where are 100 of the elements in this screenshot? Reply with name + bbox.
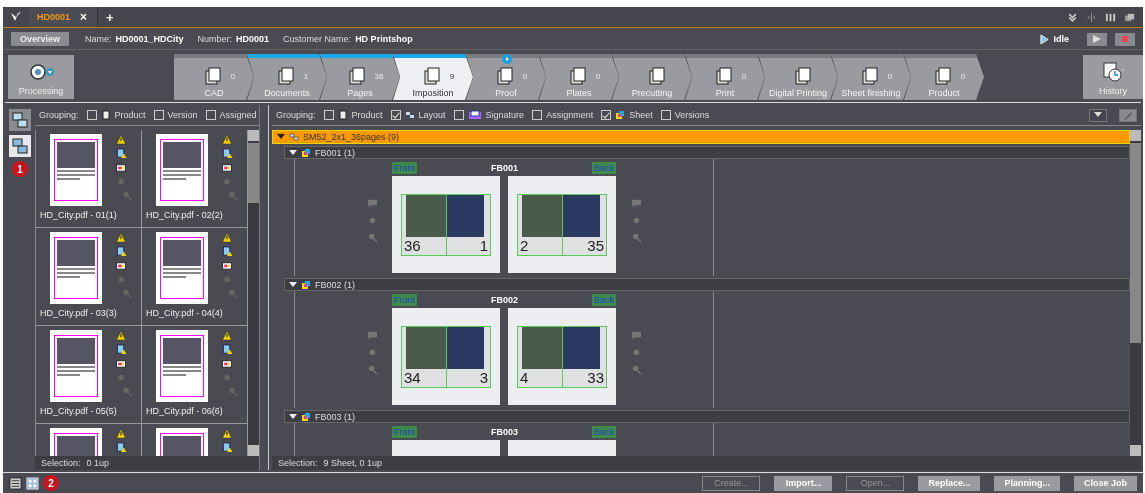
workflow-step[interactable]: 1 Documents <box>247 54 327 100</box>
page-card[interactable]: HD_City.pdf - 02(2) <box>142 130 248 228</box>
splitter-handle[interactable] <box>259 105 269 470</box>
workflow-step[interactable]: Digital Printing <box>758 54 838 100</box>
document-warning-icon <box>221 148 233 159</box>
selection-label: Selection: <box>278 458 318 468</box>
scrollbar[interactable] <box>1130 130 1141 456</box>
warning-icon <box>115 428 127 439</box>
checkbox[interactable] <box>390 110 401 120</box>
color-swatch-icon <box>115 260 127 271</box>
play-icon <box>1040 33 1050 45</box>
split-view-icon[interactable] <box>1086 11 1097 23</box>
close-icon[interactable]: × <box>80 10 88 24</box>
sheets-icon <box>275 66 296 86</box>
checkbox[interactable] <box>205 110 216 120</box>
double-chevron-icon[interactable] <box>1067 11 1078 23</box>
dropdown-button[interactable] <box>1089 108 1107 122</box>
sheet-preview[interactable]: 2 35 <box>508 176 616 273</box>
page-card[interactable]: HD_City.pdf - 03(3) <box>36 228 142 326</box>
workflow-step[interactable]: Precutting <box>612 54 692 100</box>
page-card[interactable]: HD_City.pdf - 05(5) <box>36 326 142 424</box>
step-count: 0 <box>960 71 966 81</box>
warning-icon <box>221 428 233 439</box>
windows-icon[interactable] <box>1124 11 1135 23</box>
workflow-step[interactable]: 0 Proof <box>466 54 546 100</box>
overview-button[interactable]: Overview <box>11 32 69 46</box>
stop-button[interactable] <box>1115 32 1135 46</box>
checkbox-label: Layout <box>418 110 446 120</box>
page-card[interactable]: HD_City.pdf - 06(6) <box>142 326 248 424</box>
sheets-icon <box>932 66 953 86</box>
document-warning-icon <box>115 246 127 257</box>
sheets-icon <box>421 66 442 86</box>
stop-icon <box>1120 34 1130 44</box>
processing-button[interactable]: Processing <box>8 55 74 99</box>
sheet-preview[interactable]: 34 3 <box>392 308 500 405</box>
expand-triangle-icon[interactable] <box>289 149 297 156</box>
grid-view-icon[interactable] <box>26 476 39 490</box>
page-name: HD_City.pdf - 01(1) <box>40 210 118 220</box>
callout-marker: 1 <box>12 161 28 177</box>
layout-group-header[interactable]: SM52_2x1_36pages (9) <box>272 130 1130 144</box>
sheets-icon <box>346 66 367 86</box>
checkbox[interactable] <box>453 110 464 120</box>
document-tab[interactable]: HD0001 × <box>29 7 99 27</box>
field-label: Number: <box>197 34 233 44</box>
workflow-step[interactable]: 0 Print <box>685 54 765 100</box>
checkbox[interactable] <box>601 110 612 120</box>
page-number: 33 <box>587 368 604 386</box>
checkbox[interactable] <box>323 110 334 120</box>
page-card[interactable]: HD_City.pdf - 04(4) <box>142 228 248 326</box>
sheet-preview[interactable]: 36 1 <box>392 176 500 273</box>
expand-triangle-icon[interactable] <box>289 281 297 288</box>
page-number: 34 <box>404 368 421 386</box>
workflow-step[interactable]: 0 Plates <box>539 54 619 100</box>
action-button[interactable]: Import... <box>774 475 833 491</box>
workflow-step[interactable]: 9 Imposition <box>393 54 473 100</box>
comment-icon <box>630 198 642 209</box>
checkbox-label: Product <box>114 110 146 120</box>
action-button[interactable]: Replace... <box>918 475 981 491</box>
checkbox-label: Versions <box>674 110 710 120</box>
workflow-step[interactable]: 0 Sheet finishing <box>831 54 911 100</box>
imposition-view-button[interactable] <box>9 109 31 131</box>
sheets-icon <box>647 66 667 86</box>
selection-value: 9 Sheet, 0 1up <box>323 458 383 468</box>
scrollbar[interactable] <box>248 130 259 456</box>
action-button[interactable]: Planning... <box>994 475 1060 491</box>
grouping-label: Grouping: <box>276 110 316 120</box>
sheet-preview[interactable]: 4 33 <box>508 308 616 405</box>
warning-icon <box>221 330 233 341</box>
sheet-group-header[interactable]: FB003 (1) <box>284 410 1130 423</box>
history-button[interactable]: History <box>1083 55 1143 99</box>
columns-icon[interactable] <box>1105 11 1116 23</box>
sheet-icon <box>301 411 311 422</box>
step-label: Imposition <box>411 88 455 98</box>
checkbox[interactable] <box>660 110 671 120</box>
workflow-step[interactable]: 36 Pages <box>320 54 400 100</box>
page-card[interactable]: HD_City.pdf - 01(1) <box>36 130 142 228</box>
start-button[interactable] <box>1087 32 1107 46</box>
sheet-view-button[interactable] <box>9 135 31 157</box>
photo-placeholder <box>406 194 446 237</box>
new-tab-button[interactable]: + <box>106 9 114 25</box>
grouping-label: Grouping: <box>39 110 79 120</box>
status-text: Idle <box>1053 34 1069 44</box>
action-button[interactable]: Close Job <box>1074 475 1137 491</box>
workflow-step[interactable]: 0 CAD <box>174 54 254 100</box>
sheets-icon <box>202 66 223 86</box>
checkbox-label: Assignment <box>546 110 594 120</box>
layout-icon <box>289 132 299 142</box>
workflow-step[interactable]: 0 Product <box>904 54 984 100</box>
list-view-icon[interactable] <box>9 476 22 490</box>
checkbox[interactable] <box>153 110 164 120</box>
product-icon <box>337 110 348 120</box>
edit-button[interactable] <box>1119 108 1137 122</box>
sheet-group-header[interactable]: FB002 (1) <box>284 278 1130 291</box>
checkbox[interactable] <box>532 110 543 120</box>
expand-triangle-icon[interactable] <box>277 134 285 140</box>
sheet-group-header[interactable]: FB001 (1) <box>284 146 1130 159</box>
dot-icon <box>115 176 127 187</box>
expand-triangle-icon[interactable] <box>289 413 297 420</box>
checkbox[interactable] <box>86 110 97 120</box>
document-warning-icon <box>221 442 233 453</box>
